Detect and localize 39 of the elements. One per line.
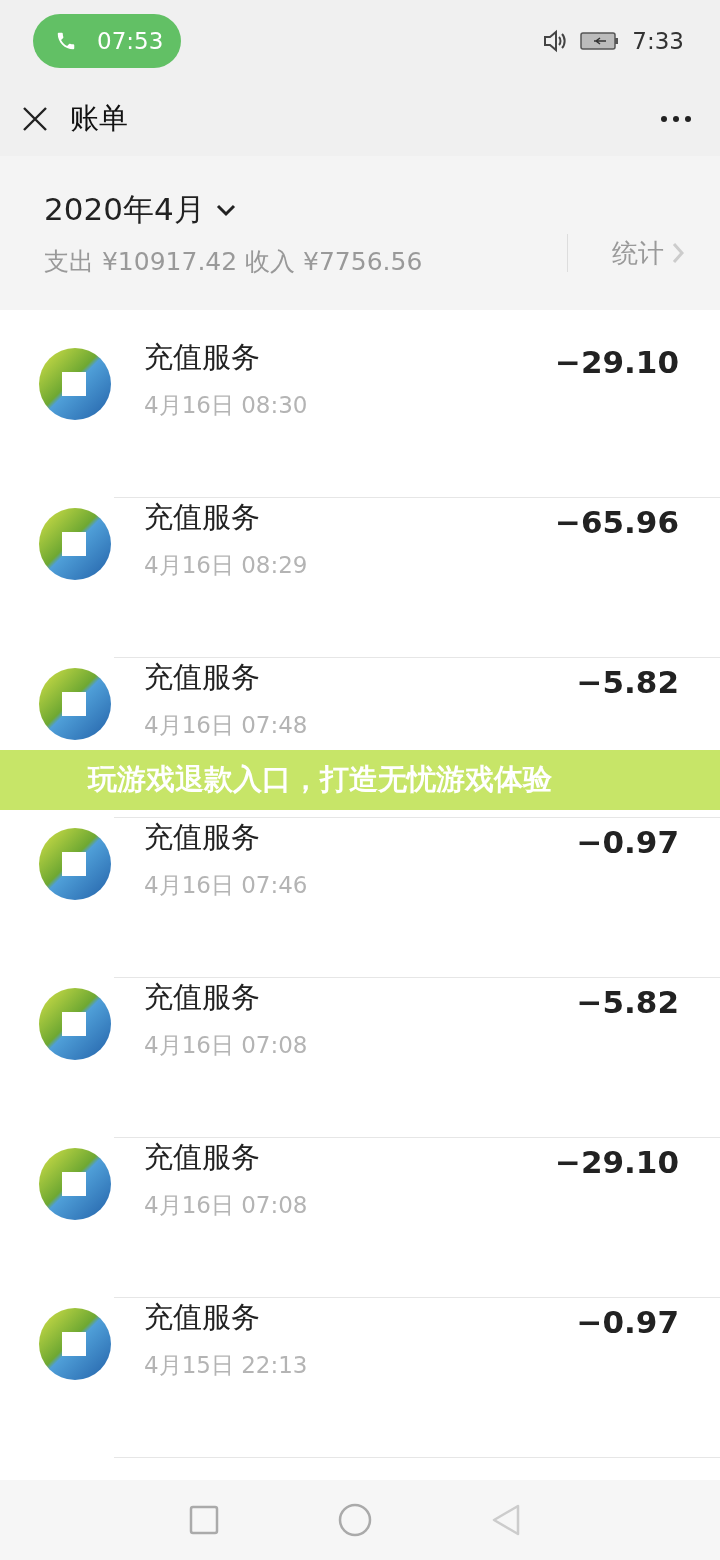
month-selector[interactable]: 2020年4月	[44, 188, 567, 231]
close-icon[interactable]	[22, 106, 48, 132]
call-duration: 07:53	[97, 28, 164, 54]
transaction-amount: −65.96	[554, 504, 679, 540]
page-title: 账单	[70, 100, 129, 137]
transaction-amount: −5.82	[576, 984, 679, 1020]
transaction-amount: −5.82	[576, 664, 679, 700]
transaction-date: 4月16日 07:08	[144, 1031, 309, 1060]
more-icon[interactable]	[660, 115, 692, 123]
transaction-date: 4月15日 22:13	[144, 1351, 309, 1380]
transaction-date: 4月16日 08:29	[144, 551, 309, 580]
transaction-amount: −0.97	[576, 1304, 679, 1340]
transaction-title: 充值服务	[144, 819, 261, 856]
month-totals: 支出 ¥10917.42 收入 ¥7756.56	[44, 245, 424, 278]
banner-text: 玩游戏退款入口，打造无忧游戏体验	[88, 761, 552, 798]
transaction-date: 4月16日 07:08	[144, 1191, 309, 1220]
transaction-date: 4月16日 07:46	[144, 871, 309, 900]
phone-icon	[55, 30, 77, 52]
back-nav-icon[interactable]	[490, 1504, 521, 1536]
transaction-title: 充值服务	[144, 659, 261, 696]
square-nav-icon[interactable]	[189, 1505, 220, 1535]
chevron-down-icon	[214, 202, 237, 217]
transaction-amount: −29.10	[554, 1144, 679, 1180]
transaction-title: 充值服务	[144, 979, 261, 1016]
transaction-amount: −29.10	[554, 344, 679, 380]
transaction-amount: −0.97	[576, 824, 679, 860]
battery-icon	[580, 31, 621, 51]
clock-time: 7:33	[632, 28, 684, 54]
call-indicator[interactable]: 07:53	[33, 14, 181, 68]
transaction-title: 充值服务	[144, 339, 261, 376]
statistics-link[interactable]: 统计	[612, 235, 684, 271]
transaction-date: 4月16日 08:30	[144, 391, 309, 420]
transaction-title: 充值服务	[144, 1139, 261, 1176]
chevron-right-icon	[672, 242, 684, 264]
transaction-title: 充值服务	[144, 499, 261, 536]
transaction-title: 充值服务	[144, 1299, 261, 1336]
circle-nav-icon[interactable]	[338, 1503, 372, 1537]
transaction-date: 4月16日 07:48	[144, 711, 309, 740]
speaker-icon	[542, 28, 569, 54]
